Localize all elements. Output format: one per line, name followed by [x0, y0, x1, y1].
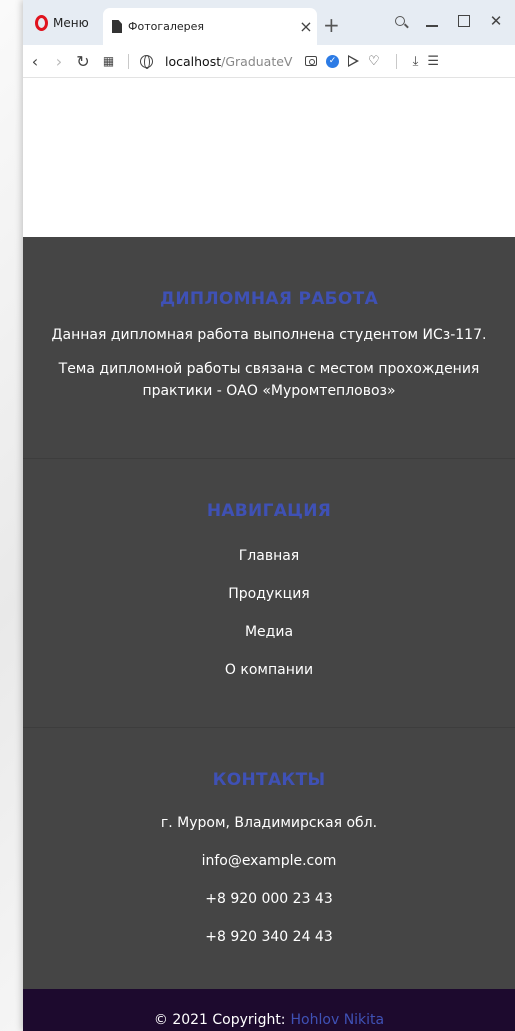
minimize-icon	[426, 25, 438, 27]
divider	[395, 53, 397, 69]
download-icon[interactable]: ⤓	[413, 54, 419, 69]
minimize-button[interactable]	[419, 9, 445, 33]
snapshot-icon[interactable]	[305, 56, 317, 66]
contact-address: г. Муром, Владимирская обл.	[160, 815, 378, 831]
document-icon	[112, 20, 122, 33]
send-icon[interactable]	[348, 55, 359, 67]
menu-label: Меню	[53, 15, 89, 30]
back-button[interactable]: ‹	[23, 52, 47, 71]
nav-link-products[interactable]: Продукция	[23, 575, 515, 613]
tabs-grid-icon[interactable]: ▦	[95, 54, 121, 68]
tab-bar: Меню Фотогалерея × + ✕	[23, 0, 515, 45]
opera-menu-button[interactable]: Меню	[23, 0, 101, 45]
nav-link-media[interactable]: Медиа	[23, 613, 515, 651]
tab-title: Фотогалерея	[128, 20, 205, 33]
settings-sliders-icon[interactable]: ☰	[427, 54, 439, 69]
nav-link-home[interactable]: Главная	[23, 537, 515, 575]
about-text-1: Данная дипломная работа выполнена студен…	[51, 327, 487, 343]
tab-active[interactable]: Фотогалерея ×	[103, 8, 317, 45]
opera-logo-icon	[35, 14, 48, 31]
url-path: /GraduateV	[221, 53, 293, 69]
globe-icon	[140, 54, 153, 69]
close-window-button[interactable]: ✕	[483, 9, 509, 33]
about-text-2: Тема дипломной работы связана с местом п…	[58, 361, 480, 399]
forward-button[interactable]: ›	[47, 52, 71, 71]
navigation-title: Навигация	[206, 501, 332, 521]
browser-window: Меню Фотогалерея × + ✕ ‹ › ↻ ▦ localhost…	[23, 0, 515, 1031]
adblock-shield-icon[interactable]: ✓	[326, 54, 339, 68]
heart-icon[interactable]: ♡	[368, 54, 380, 69]
footer-about-section: Дипломная работа Данная дипломная работа…	[23, 237, 515, 459]
close-icon: ✕	[489, 12, 503, 30]
new-tab-button[interactable]: +	[323, 13, 340, 37]
url-field[interactable]: localhost/GraduateV	[165, 54, 299, 69]
maximize-icon	[458, 15, 470, 27]
maximize-button[interactable]	[451, 9, 477, 33]
page-viewport: Дипломная работа Данная дипломная работа…	[23, 79, 515, 1031]
page-blank-area	[23, 79, 515, 237]
copyright-bar: © 2021 Copyright: Hohlov Nikita	[23, 989, 515, 1031]
contact-phone-2: +8 920 340 24 43	[205, 929, 333, 945]
address-bar-actions: ✓ ♡ ⤓ ☰	[305, 53, 439, 69]
copyright-author-link[interactable]: Hohlov Nikita	[291, 1012, 385, 1028]
footer-nav-list: Главная Продукция Медиа О компании	[23, 537, 515, 689]
copyright-text: © 2021 Copyright:	[153, 1012, 286, 1028]
contacts-title: Контакты	[212, 770, 326, 790]
tab-search-button[interactable]	[387, 9, 413, 33]
nav-link-about[interactable]: О компании	[23, 651, 515, 689]
footer-contacts-section: Контакты г. Муром, Владимирская обл. inf…	[23, 728, 515, 989]
address-bar: ‹ › ↻ ▦ localhost/GraduateV ✓ ♡ ⤓ ☰	[23, 45, 515, 78]
footer-navigation-section: Навигация Главная Продукция Медиа О комп…	[23, 459, 515, 728]
contact-email: info@example.com	[201, 853, 337, 869]
reload-icon[interactable]: ↻	[71, 52, 95, 71]
search-icon	[395, 16, 405, 26]
url-host: localhost	[165, 53, 222, 69]
site-footer: Дипломная работа Данная дипломная работа…	[23, 237, 515, 1031]
contact-phone-1: +8 920 000 23 43	[205, 891, 333, 907]
tab-close-icon[interactable]: ×	[295, 17, 317, 36]
window-controls: ✕	[387, 9, 509, 33]
about-title: Дипломная работа	[159, 289, 379, 309]
divider	[128, 53, 129, 69]
